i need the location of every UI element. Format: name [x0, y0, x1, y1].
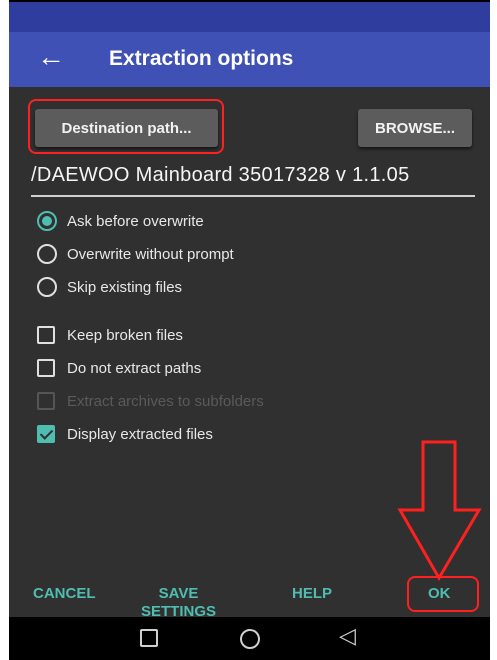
app-bar: ← Extraction options	[9, 32, 490, 87]
annotation-arrow-icon	[397, 440, 482, 581]
browse-button[interactable]: BROWSE...	[358, 109, 472, 147]
checkbox-display-extracted-files[interactable]: Display extracted files	[37, 422, 213, 446]
radio-unselected-icon[interactable]	[37, 277, 57, 297]
system-navigation-bar: ◁	[9, 617, 490, 660]
radio-overwrite-without-prompt[interactable]: Overwrite without prompt	[37, 242, 234, 266]
checkbox-label: Extract archives to subfolders	[67, 392, 264, 410]
cancel-button[interactable]: CANCEL	[33, 585, 96, 602]
path-field-underline	[31, 195, 475, 197]
checkbox-extract-archives-to-subfolders: Extract archives to subfolders	[37, 389, 264, 413]
annotation-highlight-destination	[28, 99, 224, 154]
home-icon[interactable]	[240, 629, 260, 649]
checkbox-disabled-icon	[37, 392, 55, 410]
right-border	[490, 0, 497, 660]
page-title: Extraction options	[109, 47, 294, 70]
checkbox-checked-icon[interactable]	[37, 425, 55, 443]
ok-button[interactable]: OK	[428, 585, 451, 602]
checkbox-icon[interactable]	[37, 326, 55, 344]
save-settings-button[interactable]: SAVE SETTINGS	[141, 585, 216, 621]
radio-ask-before-overwrite[interactable]: Ask before overwrite	[37, 209, 204, 233]
help-button[interactable]: HELP	[292, 585, 332, 602]
destination-path-field[interactable]: /DAEWOO Mainboard 35017328 v 1.1.05	[31, 164, 476, 187]
radio-label: Ask before overwrite	[67, 212, 204, 230]
radio-label: Overwrite without prompt	[67, 245, 234, 263]
checkbox-label: Keep broken files	[67, 326, 183, 344]
checkbox-icon[interactable]	[37, 359, 55, 377]
checkbox-do-not-extract-paths[interactable]: Do not extract paths	[37, 356, 201, 380]
checkbox-label: Display extracted files	[67, 425, 213, 443]
back-triangle-icon[interactable]: ◁	[339, 623, 356, 649]
checkbox-keep-broken-files[interactable]: Keep broken files	[37, 323, 183, 347]
checkbox-label: Do not extract paths	[67, 359, 202, 377]
save-label-line1: SAVE	[158, 585, 199, 602]
left-border	[0, 0, 9, 660]
status-bar	[9, 2, 490, 32]
options-panel: Destination path... BROWSE... /DAEWOO Ma…	[9, 87, 490, 620]
radio-unselected-icon[interactable]	[37, 244, 57, 264]
back-arrow-icon[interactable]: ←	[37, 43, 65, 71]
radio-label: Skip existing files	[67, 278, 183, 296]
recent-apps-icon[interactable]	[140, 629, 158, 647]
screen: ← Extraction options Destination path...…	[0, 0, 497, 660]
radio-selected-icon[interactable]	[37, 211, 57, 231]
radio-skip-existing-files[interactable]: Skip existing files	[37, 275, 182, 299]
